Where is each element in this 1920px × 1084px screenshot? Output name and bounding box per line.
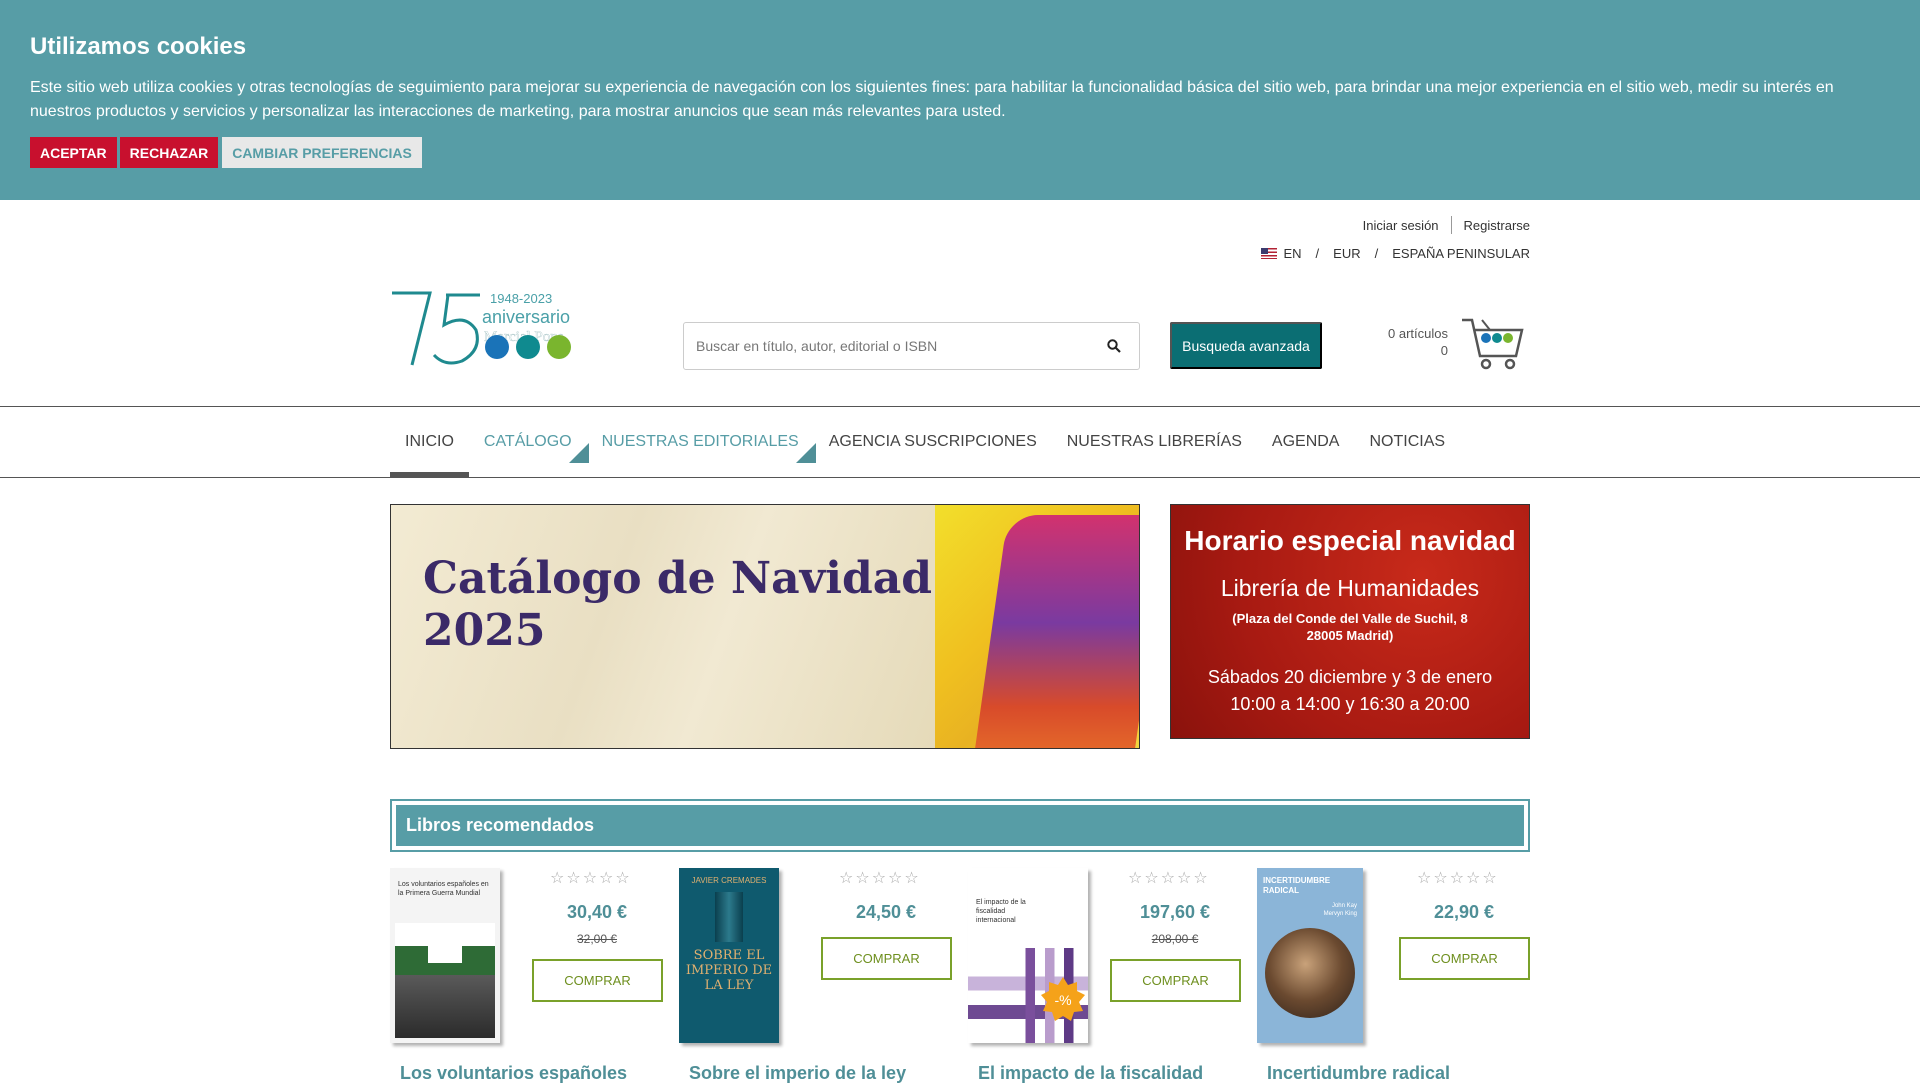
nav-item-inicio[interactable]: INICIO [390,407,469,477]
product-title[interactable]: Incertidumbre radical [1267,1063,1450,1084]
product-title[interactable]: Los voluntarios españoles [400,1063,627,1084]
site-logo[interactable]: 1948-2023 aniversario Marcial Pons [390,285,580,370]
rating-stars: ☆☆☆☆☆ [1128,870,1210,887]
account-links: Iniciar sesión Registrarse [1363,216,1530,234]
buy-button[interactable]: COMPRAR [821,937,952,980]
reject-cookies-button[interactable]: RECHAZAR [119,137,219,168]
cart-summary[interactable]: 0 artículos 0 [1388,325,1448,359]
divider [1450,216,1452,234]
advanced-search-button[interactable]: Busqueda avanzada [1170,322,1322,369]
currency-selector[interactable]: EUR [1333,246,1360,261]
rating-stars: ☆☆☆☆☆ [1417,870,1499,887]
rating-stars: ☆☆☆☆☆ [550,870,632,887]
nav-item-agenda[interactable]: AGENDA [1257,407,1355,477]
banner-address: 28005 Madrid) [1306,628,1394,643]
register-link[interactable]: Registrarse [1464,218,1530,233]
holiday-hours-banner[interactable]: Horario especial navidad Librería de Hum… [1170,504,1530,739]
discount-badge-icon: -% [1041,977,1085,1021]
product-price: 22,90 € [1433,902,1495,922]
product-title[interactable]: Sobre el imperio de la ley [689,1063,906,1084]
product-price: 30,40 € [566,902,628,922]
cart-items-count: 0 artículos [1388,326,1448,341]
buy-button[interactable]: COMPRAR [1399,937,1530,980]
search-input[interactable] [684,323,1089,369]
nav-label: NUESTRAS EDITORIALES [601,433,799,450]
locale-links: EN / EUR / ESPAÑA PENINSULAR [1261,246,1530,261]
banner-dates: Sábados 20 diciembre y 3 de enero [1207,667,1493,687]
cookie-banner: Utilizamos cookies Este sitio web utiliz… [0,0,1920,200]
main-navigation: INICIO CATÁLOGO NUESTRAS EDITORIALES AGE… [0,406,1920,478]
cart-total: 0 [1440,343,1448,358]
banner-address: (Plaza del Conde del Valle de Suchil, 8 [1232,611,1468,626]
accept-cookies-button[interactable]: ACEPTAR [30,137,117,168]
shopping-cart-icon[interactable] [1460,316,1524,370]
logo-years: 1948-2023 [490,291,552,306]
product-old-price: 32,00 € [576,932,618,946]
nav-item-catalogo[interactable]: CATÁLOGO [469,407,589,477]
product-price: 24,50 € [855,902,917,922]
banner-store: Librería de Humanidades [1220,575,1480,601]
svg-text:-%: -% [1054,992,1071,1008]
nav-label: CATÁLOGO [483,433,572,450]
nav-item-librerias[interactable]: NUESTRAS LIBRERÍAS [1052,407,1257,477]
banner-hours: 10:00 a 14:00 y 16:30 a 20:00 [1230,694,1470,714]
login-link[interactable]: Iniciar sesión [1363,218,1439,233]
language-label: EN [1283,246,1302,261]
dropdown-corner-icon [795,443,816,463]
rating-stars: ☆☆☆☆☆ [839,870,921,887]
logo-word: aniversario [482,307,570,327]
search-icon[interactable] [1089,323,1139,369]
christmas-catalog-banner[interactable]: Catálogo de Navidad 2025 [390,504,1140,749]
separator: / [1374,246,1379,261]
separator: / [1315,246,1320,261]
recommended-section-header: Libros recomendados [390,799,1530,852]
banner-year: 2025 [423,605,546,656]
buy-button[interactable]: COMPRAR [532,959,663,1002]
language-selector[interactable]: EN [1261,246,1302,261]
cookie-title: Utilizamos cookies [30,33,247,60]
book-cover[interactable]: INCERTIDUMBRE RADICAL John Kay Mervyn Ki… [1257,868,1363,1043]
book-cover[interactable]: JAVIER CREMADES SOBRE EL IMPERIO DE LA L… [679,868,779,1043]
nav-item-editoriales[interactable]: NUESTRAS EDITORIALES [587,407,816,477]
product-old-price: 208,00 € [1151,932,1199,946]
section-title: Libros recomendados [396,805,1524,846]
change-preferences-button[interactable]: CAMBIAR PREFERENCIAS [222,137,422,168]
book-cover[interactable]: Los voluntarios españoles en la Primera … [390,868,500,1043]
buy-button[interactable]: COMPRAR [1110,959,1241,1002]
region-selector[interactable]: ESPAÑA PENINSULAR [1392,246,1530,261]
product-title[interactable]: El impacto de la fiscalidad [978,1063,1203,1084]
product-card: JAVIER CREMADES SOBRE EL IMPERIO DE LA L… [679,868,952,1083]
product-card: Los voluntarios españoles en la Primera … [390,868,663,1083]
nav-item-agencia[interactable]: AGENCIA SUSCRIPCIONES [814,407,1052,477]
product-card: El impacto de la fiscalidad internaciona… [968,868,1241,1083]
banner-title: Catálogo de Navidad [423,553,932,604]
product-price: 197,60 € [1139,902,1211,922]
search-box [683,322,1140,370]
nav-item-noticias[interactable]: NOTICIAS [1354,407,1460,477]
us-flag-icon [1261,248,1278,259]
cookie-text: Este sitio web utiliza cookies y otras t… [30,79,1834,120]
banner-heading: Horario especial navidad [1184,525,1516,556]
product-card: INCERTIDUMBRE RADICAL John Kay Mervyn Ki… [1257,868,1530,1083]
dropdown-corner-icon [568,443,589,463]
product-list: Los voluntarios españoles en la Primera … [390,868,1530,1083]
